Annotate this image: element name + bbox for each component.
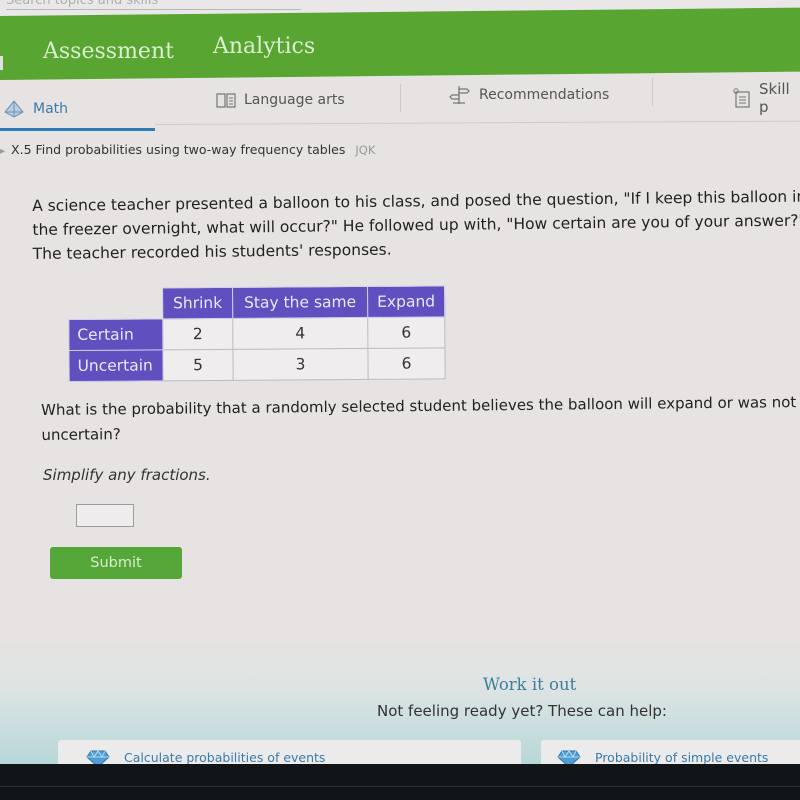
help-card-label: Probability of simple events bbox=[595, 750, 769, 765]
tab-divider bbox=[652, 78, 653, 106]
table-cell: 6 bbox=[367, 347, 446, 380]
table-cell: 5 bbox=[162, 349, 234, 381]
column-header: Expand bbox=[367, 285, 445, 318]
table-cell: 2 bbox=[162, 318, 233, 350]
work-it-out-heading: Work it out bbox=[483, 675, 577, 694]
screen-bezel bbox=[0, 764, 800, 800]
tab-recommendations[interactable]: Recommendations bbox=[449, 85, 609, 105]
row-header: Uncertain bbox=[68, 349, 164, 382]
tab-math[interactable]: Math bbox=[3, 100, 68, 118]
question-prompt: What is the probability that a randomly … bbox=[41, 393, 797, 444]
submit-button[interactable]: Submit bbox=[50, 547, 182, 579]
tab-divider bbox=[400, 84, 401, 112]
tab-skill-plans-label: Skill p bbox=[759, 80, 790, 116]
skill-name: X.5 Find probabilities using two-way fre… bbox=[11, 142, 346, 157]
search-input[interactable] bbox=[6, 0, 301, 10]
table-row: Uncertain 5 3 6 bbox=[68, 347, 446, 382]
column-header: Shrink bbox=[162, 287, 233, 319]
bezel-edge bbox=[0, 786, 800, 787]
frequency-table: Shrink Stay the same Expand Certain 2 4 … bbox=[68, 285, 446, 382]
table-cell: 3 bbox=[232, 348, 369, 381]
chevron-right-icon: ▸ bbox=[0, 146, 6, 157]
row-header: Certain bbox=[68, 318, 163, 351]
tab-skill-plans[interactable]: Skill p bbox=[733, 80, 800, 116]
tab-language-arts[interactable]: Language arts bbox=[216, 92, 345, 108]
pyramid-icon bbox=[3, 100, 25, 118]
skill-code: JQK bbox=[355, 143, 376, 157]
checklist-icon bbox=[733, 88, 751, 108]
question-intro: A science teacher presented a balloon to… bbox=[32, 187, 800, 263]
column-header: Stay the same bbox=[232, 286, 368, 319]
table-header-row: Shrink Stay the same Expand bbox=[69, 285, 445, 320]
nav-assessment[interactable]: Assessment bbox=[43, 39, 174, 64]
book-icon bbox=[216, 92, 236, 108]
answer-input[interactable] bbox=[76, 504, 134, 527]
active-tab-indicator bbox=[0, 128, 155, 131]
help-subtitle: Not feeling ready yet? These can help: bbox=[377, 702, 667, 720]
table-cell: 4 bbox=[232, 317, 368, 350]
table-row: Certain 2 4 6 bbox=[68, 316, 445, 351]
breadcrumb: ▸ X.5 Find probabilities using two-way f… bbox=[0, 142, 375, 157]
tab-language-arts-label: Language arts bbox=[244, 92, 345, 108]
instruction-text: Simplify any fractions. bbox=[43, 466, 211, 484]
nav-analytics[interactable]: Analytics bbox=[213, 34, 315, 59]
tab-recommendations-label: Recommendations bbox=[479, 87, 610, 103]
signpost-icon bbox=[449, 85, 471, 105]
help-card-label: Calculate probabilities of events bbox=[124, 750, 326, 765]
nav-edge bbox=[0, 56, 3, 70]
table-cell: 6 bbox=[367, 316, 445, 349]
tab-math-label: Math bbox=[33, 101, 69, 117]
table-corner bbox=[69, 288, 163, 320]
